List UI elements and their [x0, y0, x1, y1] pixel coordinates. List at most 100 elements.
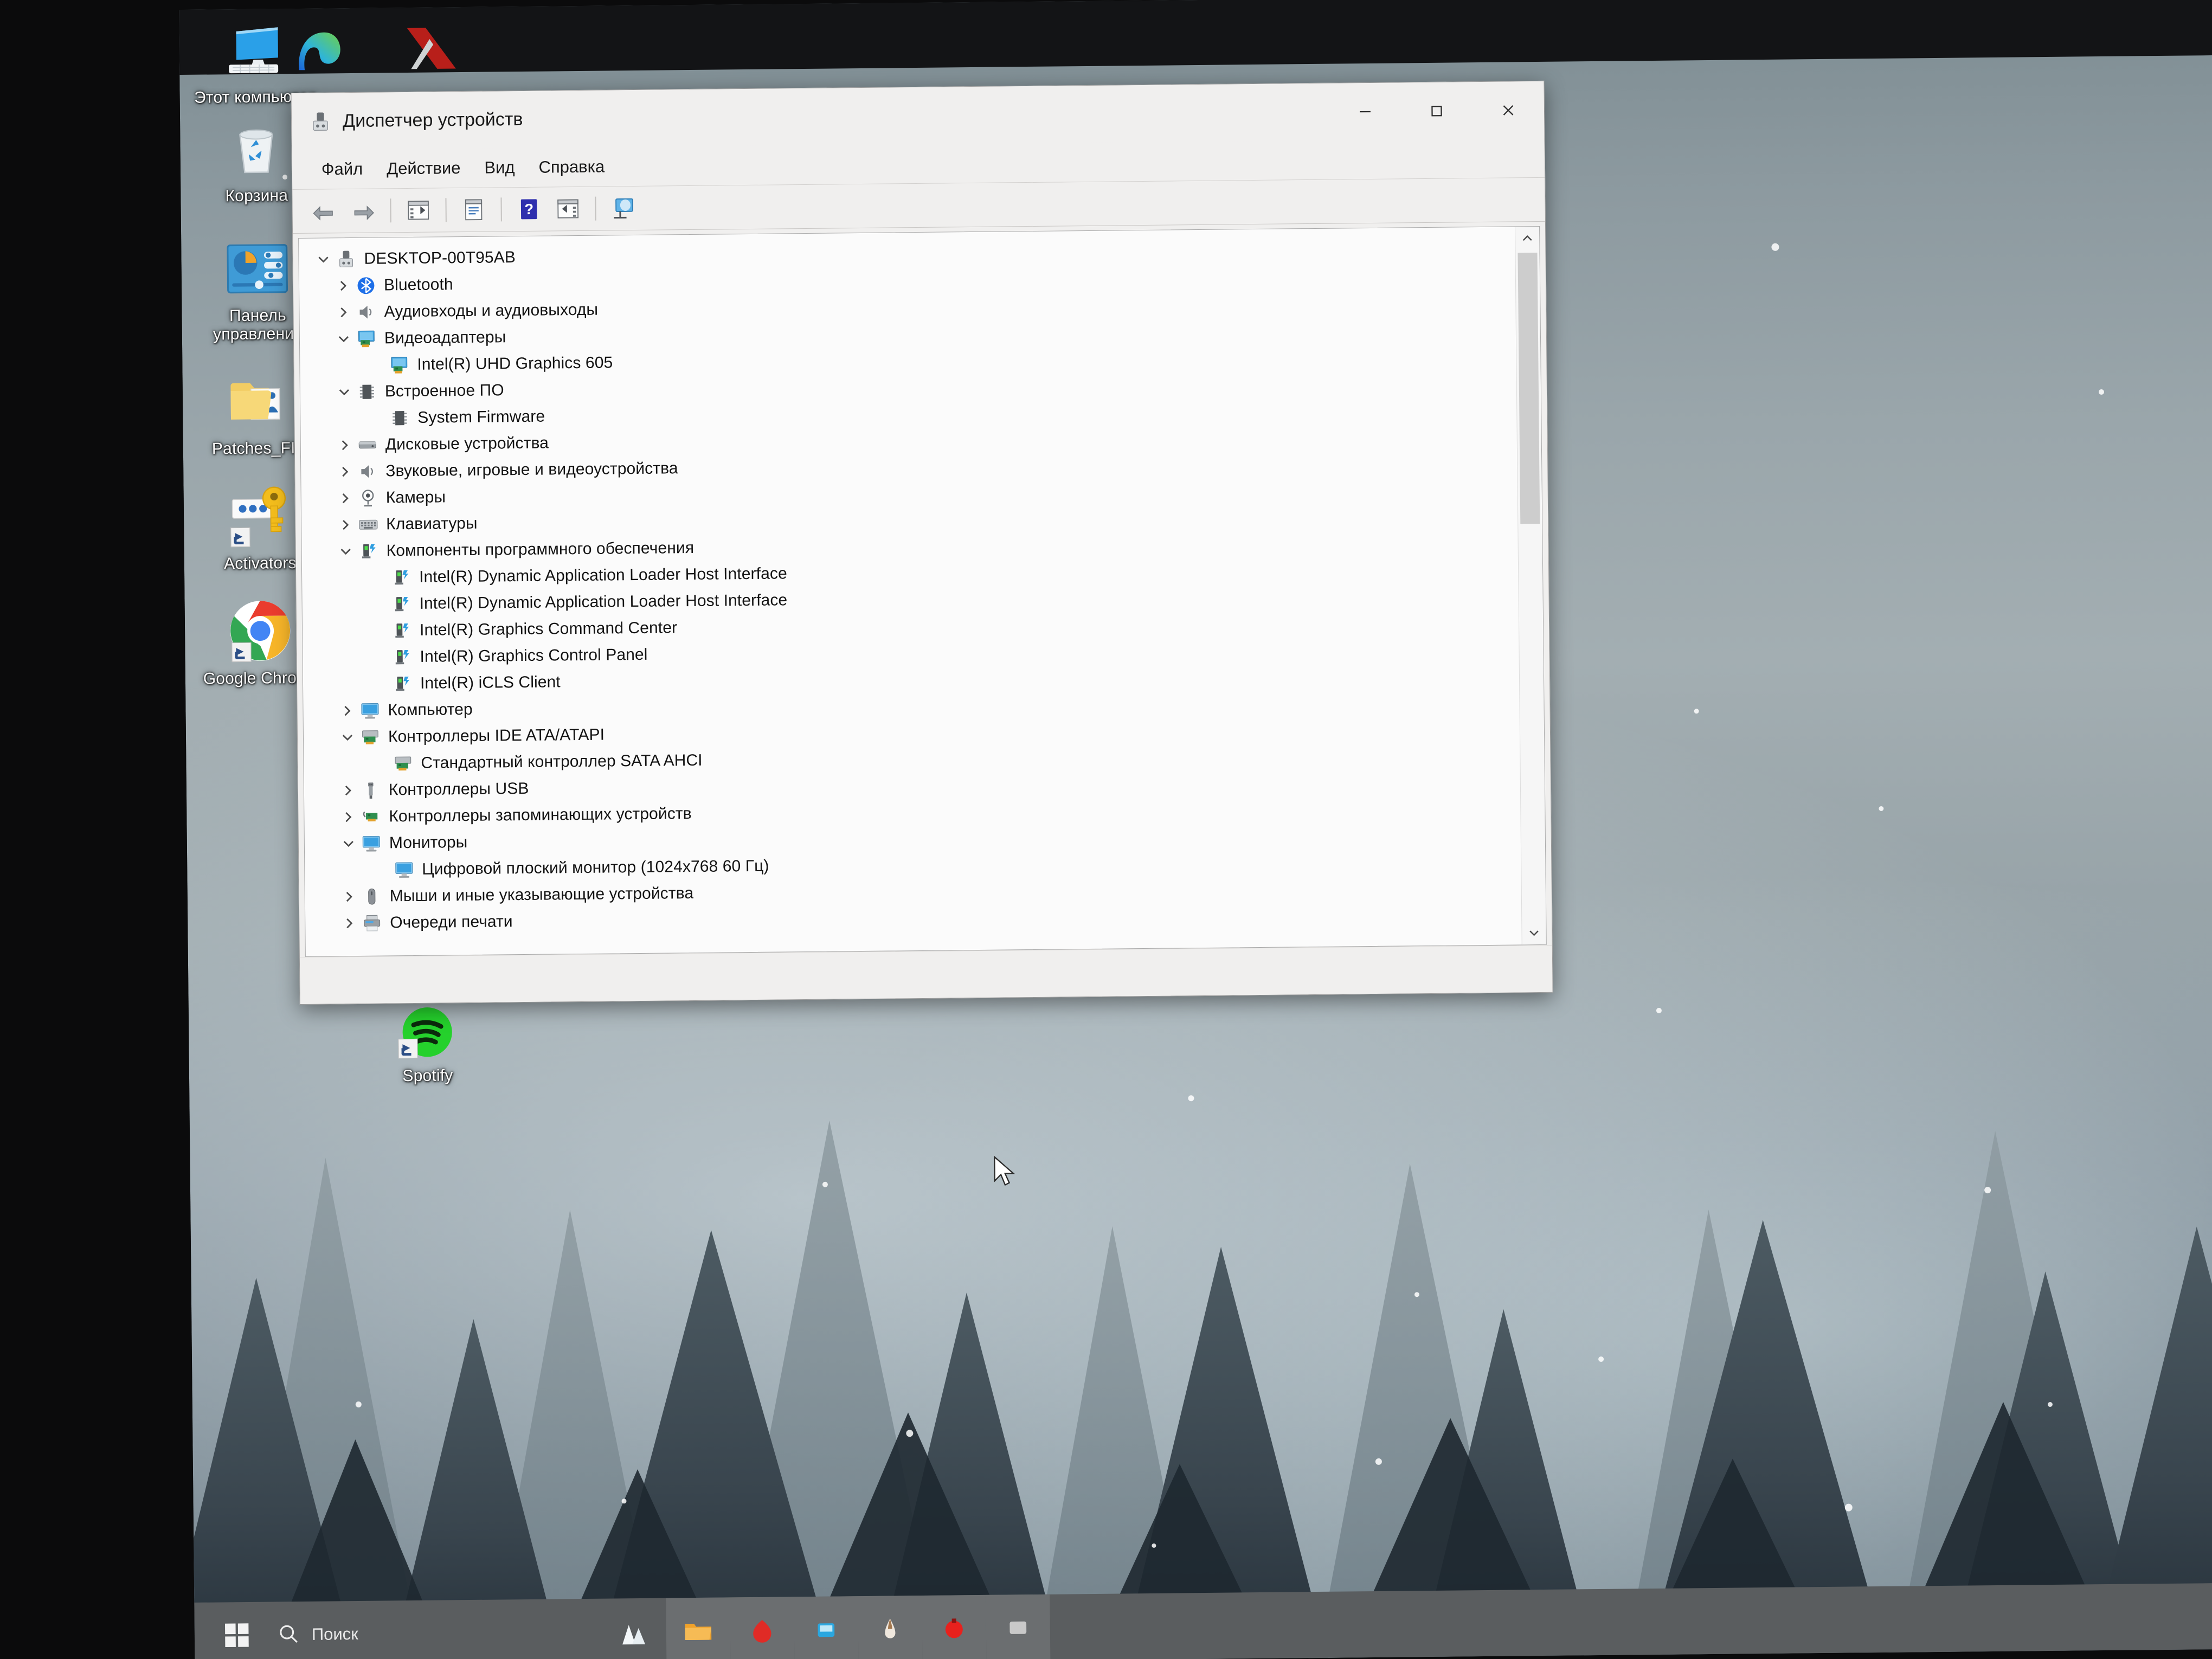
- chevron-down-icon[interactable]: [335, 724, 360, 749]
- menu-item-file[interactable]: Файл: [310, 155, 375, 184]
- monitor-icon: [359, 700, 380, 721]
- show-hide-console-tree-button[interactable]: [401, 194, 436, 228]
- chevron-right-icon[interactable]: [331, 299, 356, 324]
- chrome-icon: [228, 599, 294, 664]
- app-button-red-1[interactable]: [730, 1597, 795, 1659]
- chevron-right-icon[interactable]: [333, 485, 358, 510]
- chevron-down-icon[interactable]: [331, 326, 356, 351]
- tree-row-label: Очереди печати: [390, 912, 513, 931]
- toolbar-separator: [595, 196, 596, 221]
- close-button[interactable]: [1472, 81, 1544, 139]
- control-panel-icon: [224, 236, 290, 301]
- properties-button[interactable]: [456, 193, 491, 227]
- monitor-icon: [361, 833, 382, 853]
- app-button-red-2[interactable]: [922, 1594, 987, 1659]
- app-button-blue[interactable]: [794, 1596, 859, 1659]
- shortcut-overlay-icon: [398, 1038, 418, 1059]
- window-title: Диспетчер устройств: [342, 108, 523, 132]
- menu-item-action[interactable]: Действие: [375, 154, 473, 183]
- ide-controller-icon: [360, 726, 381, 747]
- desktop-icon-label: Patches_FIX: [211, 439, 306, 458]
- scroll-down-button[interactable]: [1522, 921, 1546, 944]
- dota2-icon[interactable]: [401, 20, 461, 83]
- window-titlebar[interactable]: Диспетчер устройств: [291, 81, 1545, 151]
- toolbar-separator: [390, 198, 391, 223]
- chevron-down-icon[interactable]: [332, 379, 357, 404]
- mouse-cursor: [994, 1155, 1015, 1186]
- folder-icon: [226, 369, 291, 434]
- tree-row-label: Контроллеры IDE ATA/ATAPI: [388, 725, 605, 745]
- show-action-pane-button[interactable]: [550, 192, 586, 226]
- tree-row-label: Стандартный контроллер SATA AHCI: [421, 751, 703, 772]
- device-manager-icon: [309, 110, 332, 133]
- task-view-button[interactable]: [602, 1598, 666, 1659]
- toolbar-separator: [500, 197, 502, 222]
- search-box[interactable]: Поиск: [262, 1599, 602, 1659]
- tree-row-label: Bluetooth: [383, 275, 453, 294]
- maximize-button[interactable]: [1400, 82, 1472, 139]
- tree-row-label: Компьютер: [388, 700, 473, 719]
- menu-item-help[interactable]: Справка: [526, 152, 616, 182]
- help-button[interactable]: ?: [511, 192, 546, 227]
- shortcut-overlay-icon: [230, 527, 250, 548]
- bluetooth-icon: [356, 275, 376, 295]
- tree-row-label: Видеоадаптеры: [384, 327, 506, 347]
- device-manager-window[interactable]: Диспетчер устройств Файл Действие Вид Сп…: [291, 80, 1553, 1005]
- chevron-right-icon[interactable]: [333, 512, 358, 537]
- disk-drive-icon: [357, 434, 378, 455]
- toolbar-separator: [445, 198, 447, 222]
- search-placeholder: Поиск: [311, 1624, 358, 1644]
- tree-row-label: Дисковые устройства: [385, 434, 549, 453]
- forward-button[interactable]: [345, 194, 381, 228]
- chevron-down-icon[interactable]: [336, 831, 361, 856]
- mouse-icon: [362, 886, 382, 906]
- shortcut-overlay-icon: [232, 642, 252, 662]
- desktop-icon-label: Корзина: [225, 186, 288, 205]
- software-component-icon: [391, 620, 412, 640]
- display-adapter-icon: [389, 354, 409, 375]
- chevron-right-icon[interactable]: [337, 884, 362, 909]
- chevron-right-icon[interactable]: [336, 804, 361, 829]
- scan-hardware-changes-button[interactable]: [606, 191, 641, 226]
- usb-icon: [361, 780, 381, 800]
- firmware-chip-icon: [357, 381, 377, 402]
- start-button[interactable]: [210, 1602, 263, 1659]
- device-tree[interactable]: DESKTOP-00T95AB Bluetooth Аудиовходы и ауд…: [299, 227, 1522, 956]
- chevron-right-icon[interactable]: [337, 910, 362, 935]
- chevron-right-icon[interactable]: [332, 432, 357, 457]
- tree-row-label: Мониторы: [389, 833, 468, 852]
- chevron-right-icon[interactable]: [331, 273, 356, 298]
- chevron-right-icon[interactable]: [332, 459, 357, 484]
- chevron-right-icon[interactable]: [335, 698, 359, 723]
- tree-row-label: Компоненты программного обеспечения: [386, 538, 695, 560]
- computer-node-icon: [336, 248, 356, 269]
- camera-icon: [358, 487, 378, 508]
- minimize-button[interactable]: [1329, 82, 1401, 140]
- scroll-up-button[interactable]: [1515, 227, 1539, 250]
- tree-row-label: Звуковые, игровые и видеоустройства: [385, 459, 678, 480]
- tree-row-label: Аудиовходы и аудиовыходы: [384, 300, 599, 320]
- app-button-white[interactable]: [858, 1596, 923, 1659]
- monitor-icon: [394, 859, 414, 879]
- device-tree-container[interactable]: DESKTOP-00T95AB Bluetooth Аудиовходы и ауд…: [298, 226, 1547, 957]
- software-component-icon: [391, 646, 412, 667]
- desktop-icon-spotify[interactable]: Spotify: [368, 999, 488, 1092]
- chevron-right-icon[interactable]: [336, 777, 361, 802]
- menu-item-view[interactable]: Вид: [472, 153, 527, 182]
- key-icon: [227, 484, 292, 549]
- software-component-icon: [391, 567, 411, 587]
- back-button[interactable]: [306, 194, 342, 228]
- chevron-down-icon[interactable]: [333, 538, 358, 563]
- ide-controller-icon: [393, 753, 413, 773]
- speaker-icon: [357, 461, 378, 481]
- app-button-gray[interactable]: [986, 1594, 1051, 1659]
- speaker-icon: [356, 301, 376, 322]
- scrollbar-thumb[interactable]: [1517, 253, 1540, 524]
- software-component-icon: [391, 593, 411, 614]
- display-adapter-icon: [356, 328, 377, 349]
- storage-controller-icon: [361, 806, 381, 827]
- tree-row-label: Контроллеры USB: [388, 779, 529, 799]
- file-explorer-button[interactable]: [666, 1597, 731, 1659]
- chevron-down-icon[interactable]: [311, 247, 336, 272]
- keyboard-icon: [358, 514, 378, 535]
